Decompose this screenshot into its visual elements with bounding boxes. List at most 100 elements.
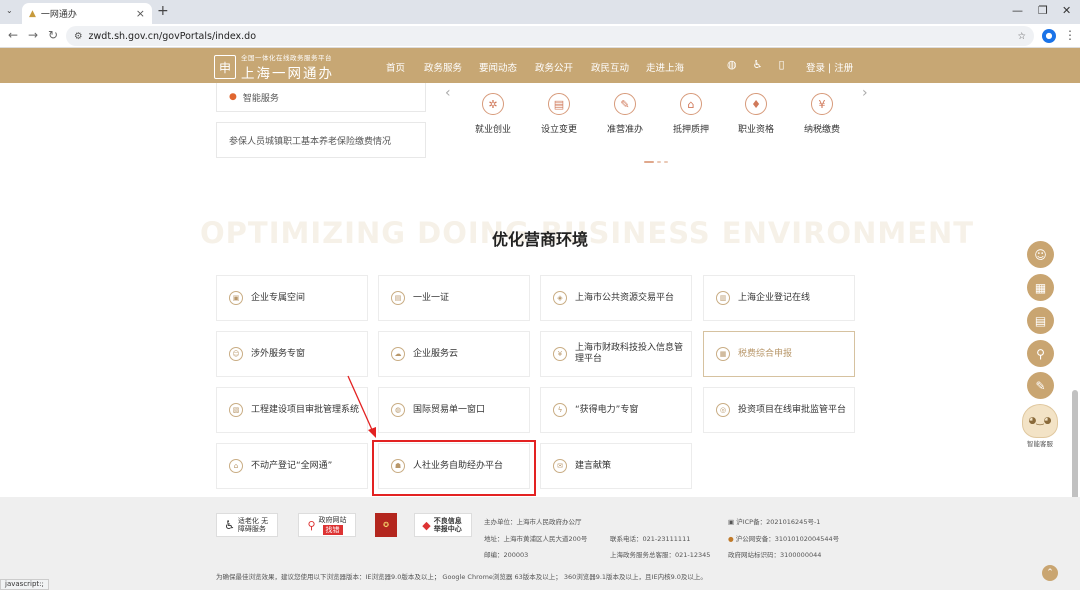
registration-icon: ▥ (716, 291, 730, 305)
section-title: 优化营商环境 (491, 230, 588, 249)
browser-menu-icon[interactable]: ⋮ (1064, 28, 1076, 42)
finance-icon: ¥ (553, 347, 567, 361)
nav-news[interactable]: 要闻动态 (479, 60, 517, 74)
url-input[interactable]: ⚙ zwdt.sh.gov.cn/govPortals/index.do ☆ (66, 26, 1034, 46)
service-mortgage[interactable]: ⌂ 抵押质押 (661, 93, 721, 135)
card-tax-declaration[interactable]: ▦ 税费综合申报 (703, 331, 855, 377)
footer-sponsor: 主办单位：上海市人民政府办公厅 (484, 518, 582, 526)
carousel-dot[interactable] (664, 161, 668, 163)
card-foreign-services[interactable]: ☺ 涉外服务专窗 (216, 331, 368, 377)
nav-gov-open[interactable]: 政务公开 (535, 60, 573, 74)
card-get-electricity[interactable]: ϟ “获得电力”专窗 (540, 387, 692, 433)
card-suggestions[interactable]: ✉ 建言献策 (540, 443, 692, 489)
card-enterprise-space[interactable]: ▣ 企业专属空间 (216, 275, 368, 321)
list-item-smart-service[interactable]: ● 智能服务 (216, 83, 426, 112)
footer-logo-text: 找错 (322, 525, 343, 535)
login-link[interactable]: 登录 (806, 63, 825, 74)
tab-search-icon[interactable]: ⌄ (6, 6, 13, 15)
yuan-icon: ¥ (811, 93, 833, 115)
carousel-dots (644, 161, 668, 163)
footer-hotline: 上海政务服务总客服：021-12345 (610, 551, 711, 559)
annotation-highlight-box (372, 440, 536, 496)
carousel-dot[interactable] (657, 161, 661, 163)
site-info-icon[interactable]: ⚙ (74, 31, 83, 42)
close-window-icon[interactable]: ✕ (1062, 4, 1071, 17)
close-tab-icon[interactable]: × (136, 7, 145, 20)
forward-icon[interactable]: → (28, 28, 38, 42)
cloud-icon: ☁ (391, 347, 405, 361)
site-logo[interactable]: 申 全国一体化在线政务服务平台 上海一网通办 (214, 52, 334, 82)
card-one-industry-license[interactable]: ▤ 一业一证 (378, 275, 530, 321)
certificate-icon: ♦ (745, 93, 767, 115)
nav-interaction[interactable]: 政民互动 (591, 60, 629, 74)
service-employment[interactable]: ✲ 就业创业 (463, 93, 523, 135)
edit-icon: ✎ (614, 93, 636, 115)
profile-avatar-icon[interactable]: ● (1042, 29, 1056, 43)
browser-tab-bar: ⌄ ▲ 一网通办 × + — ❐ ✕ (0, 0, 1080, 24)
service-label: 职业资格 (737, 125, 774, 135)
carousel-prev-icon[interactable]: ‹ (445, 85, 451, 101)
restore-icon[interactable]: ❐ (1038, 4, 1048, 17)
footer-police[interactable]: ● 沪公网安备：31010102004544号 (728, 533, 839, 543)
footer-accessibility-badge[interactable]: ♿ 适老化 无障碍服务 (216, 513, 278, 537)
calendar-icon[interactable]: ▦ (1027, 274, 1054, 301)
card-label: “获得电力”专窗 (575, 404, 639, 415)
party-emblem-badge[interactable]: ✪ (375, 513, 397, 537)
reload-icon[interactable]: ↻ (48, 28, 58, 42)
briefcase-icon: ✲ (482, 93, 504, 115)
new-tab-icon[interactable]: + (157, 3, 169, 19)
scrollbar-thumb[interactable] (1072, 390, 1078, 500)
footer-browser-note: 为确保最佳浏览效果，建议您使用以下浏览器版本：IE浏览器9.0版本及以上； Go… (216, 573, 707, 581)
nav-gov-services[interactable]: 政务服务 (424, 60, 462, 74)
service-permit[interactable]: ✎ 准营准办 (595, 93, 655, 135)
back-icon[interactable]: ← (8, 28, 18, 42)
minimize-icon[interactable]: — (1012, 4, 1023, 17)
feedback-pen-icon[interactable]: ✎ (1027, 372, 1054, 399)
card-real-estate-registration[interactable]: ⌂ 不动产登记“全网通” (216, 443, 368, 489)
chatbot-label[interactable]: 智能客服 (1020, 438, 1060, 448)
footer-logo-text: 不良信息 举报中心 (433, 517, 462, 533)
trade-icon: ◈ (553, 291, 567, 305)
bookmark-star-icon[interactable]: ☆ (1017, 31, 1026, 42)
user-center-icon[interactable]: ☺ (1027, 241, 1054, 268)
service-qualification[interactable]: ♦ 职业资格 (726, 93, 786, 135)
construction-icon: ▧ (229, 403, 243, 417)
service-establish-change[interactable]: ▤ 设立变更 (529, 93, 589, 135)
service-label: 设立变更 (540, 125, 577, 135)
register-link[interactable]: 注册 (834, 63, 853, 74)
footer-icp[interactable]: ▣ 沪ICP备：2021016245号-1 (728, 516, 820, 526)
chatbot-robot-icon[interactable]: ◕‿◕ (1022, 404, 1058, 438)
card-enterprise-cloud[interactable]: ☁ 企业服务云 (378, 331, 530, 377)
footer-address: 地址：上海市黄浦区人民大道200号 (484, 535, 588, 543)
footer-report-center-badge[interactable]: ◆ 不良信息 举报中心 (414, 513, 472, 537)
notes-icon[interactable]: ▤ (1027, 307, 1054, 334)
service-tax[interactable]: ¥ 纳税缴费 (792, 93, 852, 135)
browser-tab[interactable]: ▲ 一网通办 × (22, 3, 152, 24)
list-item-pension[interactable]: 参保人员城镇职工基本养老保险缴费情况 (216, 122, 426, 158)
nav-home[interactable]: 首页 (386, 60, 405, 74)
globe-icon[interactable]: ◍ (727, 58, 737, 71)
carousel-dot-active[interactable] (644, 161, 654, 163)
footer-error-report-badge[interactable]: ⚲ 政府网站 找错 (298, 513, 356, 537)
tax-icon: ▦ (716, 347, 730, 361)
card-public-resource-trading[interactable]: ◈ 上海市公共资源交易平台 (540, 275, 692, 321)
card-finance-tech-investment[interactable]: ¥ 上海市财政科技投入信息管理平台 (540, 331, 692, 377)
annotation-arrow (347, 375, 376, 438)
carousel-next-icon[interactable]: › (862, 85, 868, 101)
mobile-icon[interactable]: ▯ (778, 58, 784, 71)
card-single-window[interactable]: ◍ 国际贸易单一窗口 (378, 387, 530, 433)
card-label: 税费综合申报 (738, 348, 793, 359)
service-label: 抵押质押 (672, 125, 709, 135)
list-item-label: 参保人员城镇职工基本养老保险缴费情况 (229, 136, 392, 147)
back-to-top-icon[interactable]: ⌃ (1042, 565, 1058, 581)
card-label: 上海市财政科技投入信息管理平台 (575, 343, 684, 364)
report-icon: ◆ (422, 518, 431, 532)
magnifier-icon: ⚲ (307, 518, 316, 532)
wheelchair-icon: ♿ (224, 518, 235, 532)
accessibility-icon[interactable]: ♿ (753, 58, 763, 71)
nav-about-shanghai[interactable]: 走进上海 (646, 60, 684, 74)
card-investment-approval[interactable]: ◎ 投资项目在线审批监管平台 (703, 387, 855, 433)
card-enterprise-registration[interactable]: ▥ 上海企业登记在线 (703, 275, 855, 321)
footer-police-text: 沪公网安备：31010102004544号 (735, 535, 840, 543)
search-icon[interactable]: ⚲ (1027, 340, 1054, 367)
